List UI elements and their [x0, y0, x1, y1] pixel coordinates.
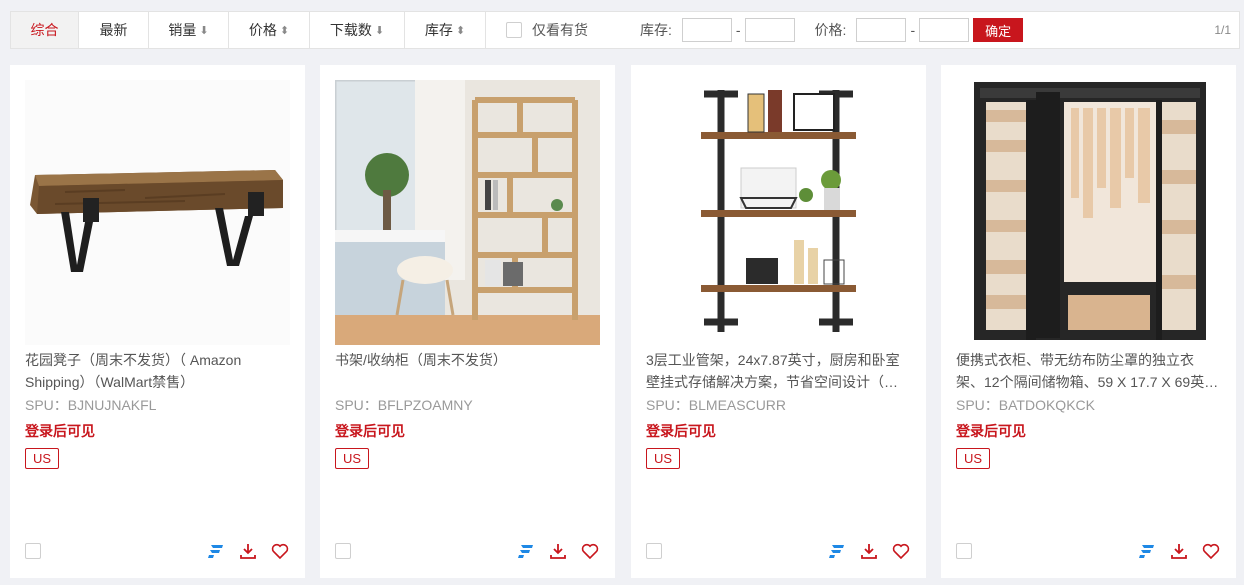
price-login-note: 登录后可见 [25, 423, 95, 439]
product-title[interactable]: 便携式衣柜、带无纺布防尘罩的独立衣架、12个隔间储物箱、59 X 17.7 X … [956, 349, 1221, 393]
flag-icon[interactable] [827, 541, 847, 561]
flag-icon[interactable] [206, 541, 226, 561]
price-login-note: 登录后可见 [335, 423, 405, 439]
sort-tab-label: 下载数 [329, 22, 372, 38]
product-title[interactable]: 花园凳子（周末不发货）（ Amazon Shipping）（WalMart禁售） [25, 349, 290, 393]
product-image-bookshelf[interactable] [335, 80, 600, 345]
price-range-label: 价格: [814, 22, 847, 38]
in-stock-label: 仅看有货 [532, 22, 588, 38]
sort-desc-icon: ⬇ [199, 24, 209, 37]
flag-icon[interactable] [516, 541, 536, 561]
page-indicator: 1/1 [1214, 23, 1231, 37]
price-min-input[interactable] [856, 18, 907, 42]
product-spu: SPU：BLMEASCURR [646, 397, 787, 413]
product-spu: SPU：BFLPZOAMNY [335, 397, 473, 413]
product-title[interactable]: 3层工业管架，24x7.87英寸，厨房和卧室壁挂式存储解决方案，节省空间设计（… [646, 349, 911, 393]
download-icon[interactable] [238, 541, 258, 561]
card-actions [206, 541, 290, 561]
range-separator: - [735, 22, 741, 38]
download-icon[interactable] [548, 541, 568, 561]
product-image-wardrobe[interactable] [956, 80, 1221, 345]
sort-updown-icon: ⬍ [455, 24, 466, 37]
product-image-bench[interactable] [25, 80, 290, 345]
price-login-note: 登录后可见 [956, 423, 1026, 439]
region-badge: US [956, 448, 991, 469]
select-checkbox[interactable] [646, 543, 662, 559]
select-checkbox[interactable] [25, 543, 41, 559]
sort-updown-icon: ⬍ [279, 24, 290, 37]
card-actions [827, 541, 911, 561]
sort-tab-label: 销量 [168, 22, 197, 38]
price-max-input[interactable] [919, 18, 970, 42]
sort-tab-downloads[interactable]: 下载数 ⬇ [310, 12, 405, 48]
card-actions [516, 541, 600, 561]
heart-icon[interactable] [580, 541, 600, 561]
in-stock-checkbox[interactable] [506, 22, 522, 38]
range-separator: - [910, 22, 916, 38]
download-icon[interactable] [859, 541, 879, 561]
product-spu: SPU：BJNUJNAKFL [25, 397, 157, 413]
product-image-pipe-shelf[interactable] [646, 80, 911, 345]
region-badge: US [646, 448, 681, 469]
heart-icon[interactable] [891, 541, 911, 561]
download-icon[interactable] [1169, 541, 1189, 561]
sort-tab-sales[interactable]: 销量 ⬇ [149, 12, 229, 48]
product-card[interactable]: 便携式衣柜、带无纺布防尘罩的独立衣架、12个隔间储物箱、59 X 17.7 X … [941, 65, 1236, 578]
sort-tab-newest[interactable]: 最新 [79, 12, 149, 48]
confirm-button[interactable]: 确定 [973, 18, 1024, 42]
select-checkbox[interactable] [335, 543, 351, 559]
sort-desc-icon: ⬇ [374, 24, 385, 37]
product-spu: SPU：BATDOKQKCK [956, 397, 1095, 413]
sort-tab-comprehensive[interactable]: 综合 [11, 12, 79, 48]
product-card[interactable]: 花园凳子（周末不发货）（ Amazon Shipping）（WalMart禁售）… [10, 65, 305, 578]
in-stock-only-toggle[interactable]: 仅看有货 [506, 20, 588, 40]
region-badge: US [335, 448, 370, 469]
heart-icon[interactable] [270, 541, 290, 561]
sort-tab-label: 库存 [424, 22, 453, 38]
price-login-note: 登录后可见 [646, 423, 716, 439]
stock-min-input[interactable] [681, 18, 732, 42]
sort-tab-stock[interactable]: 库存 ⬍ [405, 12, 486, 48]
stock-max-input[interactable] [744, 18, 795, 42]
heart-icon[interactable] [1201, 541, 1221, 561]
sort-tab-price[interactable]: 价格 ⬍ [229, 12, 310, 48]
sort-tab-label: 价格 [248, 22, 277, 38]
product-card[interactable]: 书架/收纳柜（周末不发货） SPU：BFLPZOAMNY 登录后可见 US [320, 65, 615, 578]
card-actions [1137, 541, 1221, 561]
product-card[interactable]: 3层工业管架，24x7.87英寸，厨房和卧室壁挂式存储解决方案，节省空间设计（…… [631, 65, 926, 578]
sort-tab-label: 最新 [99, 22, 128, 38]
select-checkbox[interactable] [956, 543, 972, 559]
stock-range-label: 库存: [640, 22, 672, 38]
product-title[interactable]: 书架/收纳柜（周末不发货） [335, 349, 600, 393]
region-badge: US [25, 448, 60, 469]
sort-tab-label: 综合 [30, 22, 59, 38]
flag-icon[interactable] [1137, 541, 1157, 561]
filter-toolbar: 综合 最新 销量 ⬇ 价格 ⬍ 下载数 ⬇ 库存 ⬍ 仅看有货 库存: - 价格… [10, 11, 1240, 49]
